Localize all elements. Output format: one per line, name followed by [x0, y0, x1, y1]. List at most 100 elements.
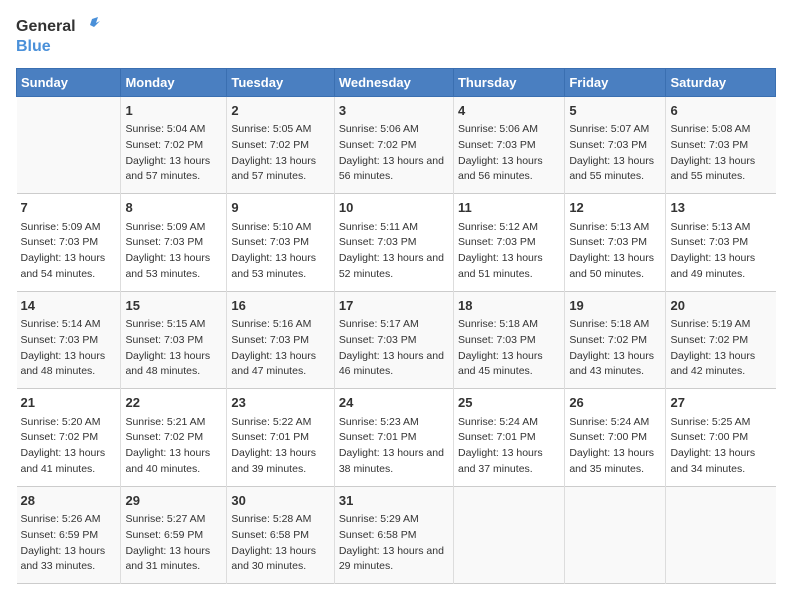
day-info: Sunrise: 5:08 AMSunset: 7:03 PMDaylight:… [670, 122, 771, 185]
calendar-cell: 13Sunrise: 5:13 AMSunset: 7:03 PMDayligh… [666, 194, 776, 292]
calendar-cell [17, 96, 121, 194]
header-day-thursday: Thursday [453, 68, 564, 96]
day-info: Sunrise: 5:10 AMSunset: 7:03 PMDaylight:… [231, 220, 329, 283]
day-number: 19 [569, 296, 661, 316]
calendar-cell: 24Sunrise: 5:23 AMSunset: 7:01 PMDayligh… [334, 389, 453, 487]
calendar-cell: 12Sunrise: 5:13 AMSunset: 7:03 PMDayligh… [565, 194, 666, 292]
day-info: Sunrise: 5:09 AMSunset: 7:03 PMDaylight:… [125, 220, 222, 283]
day-number: 25 [458, 393, 560, 413]
logo-container: General Blue [16, 16, 100, 56]
day-info: Sunrise: 5:13 AMSunset: 7:03 PMDaylight:… [569, 220, 661, 283]
day-number: 22 [125, 393, 222, 413]
day-info: Sunrise: 5:20 AMSunset: 7:02 PMDaylight:… [21, 415, 117, 478]
calendar-cell: 1Sunrise: 5:04 AMSunset: 7:02 PMDaylight… [121, 96, 227, 194]
day-number: 24 [339, 393, 449, 413]
day-info: Sunrise: 5:24 AMSunset: 7:01 PMDaylight:… [458, 415, 560, 478]
day-info: Sunrise: 5:05 AMSunset: 7:02 PMDaylight:… [231, 122, 329, 185]
day-info: Sunrise: 5:07 AMSunset: 7:03 PMDaylight:… [569, 122, 661, 185]
day-info: Sunrise: 5:04 AMSunset: 7:02 PMDaylight:… [125, 122, 222, 185]
day-number: 31 [339, 491, 449, 511]
calendar-cell: 16Sunrise: 5:16 AMSunset: 7:03 PMDayligh… [227, 291, 334, 389]
day-number: 8 [125, 198, 222, 218]
day-number: 6 [670, 101, 771, 121]
day-number: 21 [21, 393, 117, 413]
day-number: 2 [231, 101, 329, 121]
header: General Blue [16, 16, 776, 56]
day-number: 10 [339, 198, 449, 218]
header-day-wednesday: Wednesday [334, 68, 453, 96]
calendar-cell: 20Sunrise: 5:19 AMSunset: 7:02 PMDayligh… [666, 291, 776, 389]
day-number: 17 [339, 296, 449, 316]
calendar-cell: 14Sunrise: 5:14 AMSunset: 7:03 PMDayligh… [17, 291, 121, 389]
calendar-cell: 6Sunrise: 5:08 AMSunset: 7:03 PMDaylight… [666, 96, 776, 194]
day-number: 3 [339, 101, 449, 121]
calendar-cell: 26Sunrise: 5:24 AMSunset: 7:00 PMDayligh… [565, 389, 666, 487]
header-day-monday: Monday [121, 68, 227, 96]
day-info: Sunrise: 5:18 AMSunset: 7:03 PMDaylight:… [458, 317, 560, 380]
day-number: 23 [231, 393, 329, 413]
week-row-4: 21Sunrise: 5:20 AMSunset: 7:02 PMDayligh… [17, 389, 776, 487]
day-number: 26 [569, 393, 661, 413]
day-info: Sunrise: 5:16 AMSunset: 7:03 PMDaylight:… [231, 317, 329, 380]
header-day-sunday: Sunday [17, 68, 121, 96]
day-info: Sunrise: 5:26 AMSunset: 6:59 PMDaylight:… [21, 512, 117, 575]
calendar-cell: 27Sunrise: 5:25 AMSunset: 7:00 PMDayligh… [666, 389, 776, 487]
day-number: 9 [231, 198, 329, 218]
week-row-3: 14Sunrise: 5:14 AMSunset: 7:03 PMDayligh… [17, 291, 776, 389]
day-info: Sunrise: 5:21 AMSunset: 7:02 PMDaylight:… [125, 415, 222, 478]
day-number: 18 [458, 296, 560, 316]
calendar-cell: 30Sunrise: 5:28 AMSunset: 6:58 PMDayligh… [227, 486, 334, 584]
calendar-cell: 29Sunrise: 5:27 AMSunset: 6:59 PMDayligh… [121, 486, 227, 584]
day-info: Sunrise: 5:29 AMSunset: 6:58 PMDaylight:… [339, 512, 449, 575]
day-info: Sunrise: 5:12 AMSunset: 7:03 PMDaylight:… [458, 220, 560, 283]
calendar-cell: 5Sunrise: 5:07 AMSunset: 7:03 PMDaylight… [565, 96, 666, 194]
week-row-1: 1Sunrise: 5:04 AMSunset: 7:02 PMDaylight… [17, 96, 776, 194]
day-info: Sunrise: 5:28 AMSunset: 6:58 PMDaylight:… [231, 512, 329, 575]
week-row-5: 28Sunrise: 5:26 AMSunset: 6:59 PMDayligh… [17, 486, 776, 584]
day-number: 12 [569, 198, 661, 218]
calendar-cell: 2Sunrise: 5:05 AMSunset: 7:02 PMDaylight… [227, 96, 334, 194]
day-number: 30 [231, 491, 329, 511]
week-row-2: 7 Sunrise: 5:09 AMSunset: 7:03 PMDaylight… [17, 194, 776, 292]
calendar-cell: 19Sunrise: 5:18 AMSunset: 7:02 PMDayligh… [565, 291, 666, 389]
day-info: Sunrise: 5:23 AMSunset: 7:01 PMDaylight:… [339, 415, 449, 478]
day-number: 27 [670, 393, 771, 413]
calendar-cell: 9Sunrise: 5:10 AMSunset: 7:03 PMDaylight… [227, 194, 334, 292]
day-info: Sunrise: 5:14 AMSunset: 7:03 PMDaylight:… [21, 317, 117, 380]
day-info: Sunrise: 5:15 AMSunset: 7:03 PMDaylight:… [125, 317, 222, 380]
day-number: 28 [21, 491, 117, 511]
calendar-cell: 10Sunrise: 5:11 AMSunset: 7:03 PMDayligh… [334, 194, 453, 292]
day-number: 4 [458, 101, 560, 121]
logo: General Blue [16, 16, 100, 56]
day-number: 1 [125, 101, 222, 121]
day-info: Sunrise: 5:11 AMSunset: 7:03 PMDaylight:… [339, 220, 449, 283]
day-number: 5 [569, 101, 661, 121]
calendar-cell: 8Sunrise: 5:09 AMSunset: 7:03 PMDaylight… [121, 194, 227, 292]
day-number: 11 [458, 198, 560, 218]
header-day-tuesday: Tuesday [227, 68, 334, 96]
day-number: 7 [21, 198, 117, 218]
day-number: 15 [125, 296, 222, 316]
day-number: 20 [670, 296, 771, 316]
day-info: Sunrise: 5:13 AMSunset: 7:03 PMDaylight:… [670, 220, 771, 283]
calendar-cell: 11Sunrise: 5:12 AMSunset: 7:03 PMDayligh… [453, 194, 564, 292]
day-info: Sunrise: 5:06 AMSunset: 7:02 PMDaylight:… [339, 122, 449, 185]
day-info: Sunrise: 5:22 AMSunset: 7:01 PMDaylight:… [231, 415, 329, 478]
calendar-cell [565, 486, 666, 584]
day-info: Sunrise: 5:27 AMSunset: 6:59 PMDaylight:… [125, 512, 222, 575]
day-number: 14 [21, 296, 117, 316]
calendar-cell: 31Sunrise: 5:29 AMSunset: 6:58 PMDayligh… [334, 486, 453, 584]
calendar-cell [453, 486, 564, 584]
day-info: Sunrise: 5:18 AMSunset: 7:02 PMDaylight:… [569, 317, 661, 380]
calendar-cell [666, 486, 776, 584]
calendar-cell: 15Sunrise: 5:15 AMSunset: 7:03 PMDayligh… [121, 291, 227, 389]
calendar-header-row: SundayMondayTuesdayWednesdayThursdayFrid… [17, 68, 776, 96]
day-number: 29 [125, 491, 222, 511]
day-number: 13 [670, 198, 771, 218]
day-info: Sunrise: 5:19 AMSunset: 7:02 PMDaylight:… [670, 317, 771, 380]
header-day-friday: Friday [565, 68, 666, 96]
logo-bird-icon [78, 16, 100, 38]
logo-general-text: General [16, 18, 76, 36]
calendar-cell: 4Sunrise: 5:06 AMSunset: 7:03 PMDaylight… [453, 96, 564, 194]
calendar-cell: 25Sunrise: 5:24 AMSunset: 7:01 PMDayligh… [453, 389, 564, 487]
